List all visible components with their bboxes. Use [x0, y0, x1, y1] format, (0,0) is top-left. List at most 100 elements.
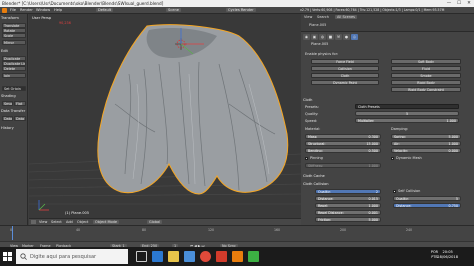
menu-help[interactable]: Help	[54, 8, 62, 12]
task-view-icon[interactable]	[136, 251, 147, 262]
cloth-mesh-object[interactable]	[97, 24, 289, 195]
window-title-bar: Blender* [C:\Users\Usr\Documents\oko\Ble…	[0, 0, 474, 7]
soft-body-button[interactable]: Soft Body	[391, 59, 461, 64]
outliner-menu-search[interactable]: Search	[317, 15, 329, 19]
join-button[interactable]: Join	[2, 73, 26, 78]
repel-distance-field[interactable]: Repel Distance: 0.001	[315, 210, 381, 215]
modifier-tab-icon[interactable]: ⚒	[335, 34, 342, 40]
pinning-checkbox[interactable]	[305, 157, 308, 160]
rotate-button[interactable]: Rotate	[2, 28, 26, 33]
duplicate-button[interactable]: Duplicate	[2, 56, 26, 61]
app-icon[interactable]	[216, 251, 227, 262]
collision-button[interactable]: Collision	[311, 66, 379, 71]
store-icon[interactable]	[184, 251, 195, 262]
menu-object[interactable]: Object	[77, 220, 88, 224]
taskbar-search-box[interactable]: Digite aqui para pesquisar	[16, 249, 128, 264]
mass-field[interactable]: Mass: 0.300	[305, 134, 381, 139]
fluid-button[interactable]: Fluid	[391, 66, 461, 71]
scene-tab-icon[interactable]: ▣	[311, 34, 318, 40]
self-distance-label: Distance:	[396, 204, 412, 208]
data-button[interactable]: Data	[2, 116, 13, 121]
section-data-transfer[interactable]: Data Transfer	[1, 109, 27, 114]
menu-view[interactable]: View	[39, 220, 47, 224]
self-collision-quality-field[interactable]: Quality: 5	[393, 196, 461, 201]
transform-orientation-selector[interactable]: Global	[147, 220, 163, 224]
blender-taskbar-icon[interactable]	[232, 251, 243, 262]
editor-type-icon[interactable]	[31, 220, 36, 224]
mirror-button[interactable]: Mirror	[2, 40, 26, 45]
menu-file[interactable]: File	[10, 8, 16, 12]
repel-field[interactable]: Repel: 1.000	[315, 203, 381, 208]
dynamic-mesh-checkbox[interactable]	[391, 157, 394, 160]
object-tab-icon[interactable]: ■	[327, 34, 334, 40]
force-field-button[interactable]: Force Field	[311, 59, 379, 64]
material-tab-icon[interactable]: ●	[343, 34, 350, 40]
section-transform[interactable]: Transform	[1, 16, 27, 21]
friction-field[interactable]: Friction: 5.000	[315, 217, 381, 222]
velocity-damping-field[interactable]: Velocity: 0.000	[391, 148, 461, 153]
self-collision-checkbox[interactable]	[393, 190, 396, 193]
air-value: 1.000	[448, 142, 458, 146]
outliner-item[interactable]: Plane.005	[309, 23, 326, 27]
translate-button[interactable]: Translate	[2, 23, 26, 28]
properties-tabs: ◉ ▣ ◍ ■ ⚒ ● ◎	[303, 34, 471, 40]
scene-selector[interactable]: Scene	[166, 8, 181, 12]
scale-button[interactable]: Scale	[2, 33, 26, 38]
render-tab-icon[interactable]: ◉	[303, 34, 310, 40]
render-engine-selector[interactable]: Cycles Render	[226, 8, 256, 12]
smooth-button[interactable]: Smooth	[2, 101, 13, 106]
spring-damping-field[interactable]: Spring: 5.000	[391, 134, 461, 139]
edge-icon[interactable]	[152, 251, 163, 262]
section-shading[interactable]: Shading	[1, 94, 27, 99]
windows-start-icon[interactable]	[3, 252, 12, 261]
app-icon[interactable]	[248, 251, 259, 262]
minimize-button[interactable]: —	[444, 0, 454, 7]
cloth-button[interactable]: Cloth	[311, 73, 379, 78]
chrome-icon[interactable]	[200, 251, 211, 262]
flat-button[interactable]: Flat	[14, 101, 26, 106]
blender-logo-icon[interactable]	[2, 8, 7, 13]
cloth-panel-header[interactable]: Cloth	[303, 98, 471, 103]
data-layout-button[interactable]: Data Layout	[14, 116, 26, 121]
menu-window[interactable]: Window	[36, 8, 50, 12]
section-edit[interactable]: Edit	[1, 49, 27, 54]
duplicate-linked-button[interactable]: Duplicate Linked	[2, 61, 26, 66]
speed-multiplier-value: 1.000	[446, 119, 456, 123]
timeline[interactable]: 0 40 80 120 160 200 240 View Marker Fram…	[0, 225, 474, 248]
layout-selector[interactable]: Default	[96, 8, 114, 12]
cloth-collision-panel-header[interactable]: Cloth Collision	[303, 182, 471, 187]
collision-quality-field[interactable]: Quality: 2	[315, 189, 381, 194]
menu-select[interactable]: Select	[51, 220, 62, 224]
structural-field[interactable]: Structural: 15.000	[305, 141, 381, 146]
collision-distance-field[interactable]: Distance: 0.015	[315, 196, 381, 201]
menu-render[interactable]: Render	[20, 8, 33, 12]
section-history[interactable]: History	[1, 126, 27, 131]
maximize-button[interactable]: ☐	[454, 0, 464, 7]
smoke-button[interactable]: Smoke	[391, 73, 461, 78]
dynamic-paint-button[interactable]: Dynamic Paint	[311, 80, 379, 85]
close-button[interactable]: ✕	[464, 0, 474, 7]
air-damping-field[interactable]: Air: 1.000	[391, 141, 461, 146]
speed-multiplier-field[interactable]: Multiplier: 1.000	[355, 118, 459, 123]
file-explorer-icon[interactable]	[168, 251, 179, 262]
set-origin-dropdown[interactable]: Set Origin	[2, 86, 26, 91]
cloth-presets-dropdown[interactable]: Cloth Presets	[355, 104, 459, 109]
delete-button[interactable]: Delete	[2, 66, 26, 71]
cloth-quality-field[interactable]: 5	[355, 111, 459, 116]
mode-selector[interactable]: Object Mode	[93, 220, 120, 224]
viewport-scene	[29, 24, 301, 211]
outliner-menu-view[interactable]: View	[304, 15, 312, 19]
self-collision-distance-field[interactable]: Distance: 0.750	[393, 203, 461, 208]
system-clock[interactable]: 20:05 28/06/2018	[437, 250, 458, 260]
3d-viewport[interactable]: User Persp 90,236 (1) Plane.005	[29, 14, 301, 218]
world-tab-icon[interactable]: ◍	[319, 34, 326, 40]
physics-tab-icon[interactable]: ◎	[351, 34, 358, 40]
pinning-stiffness-field[interactable]: Stiffness: 1.000	[305, 163, 381, 168]
rigid-body-constraint-button[interactable]: Rigid Body Constraint	[391, 87, 461, 92]
bending-field[interactable]: Bending: 0.500	[305, 148, 381, 153]
menu-add[interactable]: Add	[66, 220, 73, 224]
current-frame-marker[interactable]	[12, 226, 13, 240]
rigid-body-button[interactable]: Rigid Body	[391, 80, 461, 85]
cloth-cache-panel-header[interactable]: Cloth Cache	[303, 174, 471, 179]
outliner-display-mode[interactable]: All Scenes	[335, 15, 357, 19]
